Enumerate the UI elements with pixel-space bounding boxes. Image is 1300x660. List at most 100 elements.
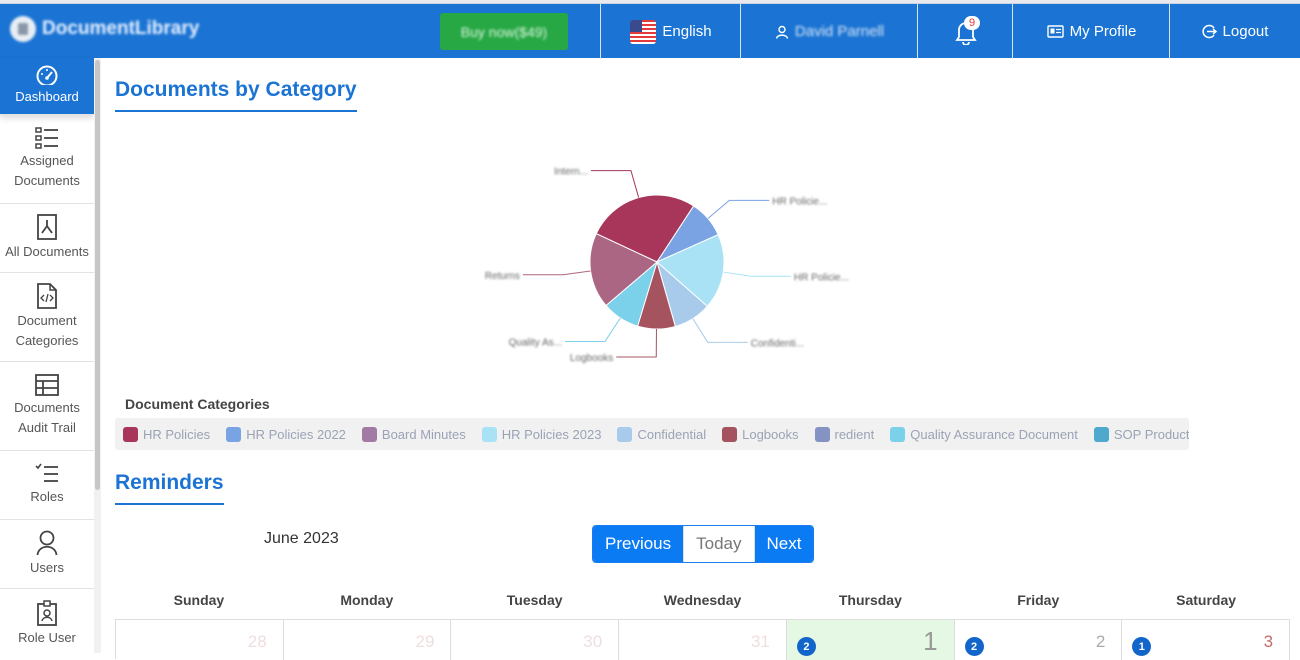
sidebar-item-label: Role User <box>18 629 76 645</box>
legend-item[interactable]: HR Policies 2023 <box>481 426 601 442</box>
calendar-weekday-header: Sunday Monday Tuesday Wednesday Thursday… <box>115 592 1290 608</box>
legend-item[interactable]: Logbooks <box>722 426 799 442</box>
day-number: 30 <box>583 632 603 651</box>
user-icon <box>775 25 789 39</box>
brand-name: DocumentLibrary <box>42 18 200 39</box>
pie-label: HR Policie... <box>772 196 827 207</box>
pie-leader-line <box>692 318 748 343</box>
reminder-count-badge[interactable]: 1 <box>1132 637 1152 656</box>
legend-label: HR Policies <box>143 426 211 442</box>
today-button[interactable]: Today <box>683 526 755 562</box>
logout-icon <box>1202 24 1217 39</box>
legend-swatch <box>123 426 138 442</box>
list-icon <box>35 127 58 149</box>
us-flag-icon <box>630 19 657 44</box>
legend-swatch <box>226 426 242 442</box>
weekday-label: Sunday <box>173 592 225 608</box>
reminders-title: Reminders <box>115 471 224 505</box>
brand-logo[interactable]: DocumentLibrary <box>10 16 199 42</box>
pie-label: HR Policie... <box>794 272 849 283</box>
dashboard-icon <box>36 65 58 85</box>
legend-item[interactable]: HR Policies <box>123 426 211 442</box>
user-menu[interactable]: David Parnell <box>740 4 918 59</box>
sidebar-scrollbar[interactable] <box>94 58 101 653</box>
calendar-day-cell[interactable]: 31 <box>619 620 787 660</box>
legend-swatch <box>814 426 830 442</box>
legend-item[interactable]: Quality Assurance Document <box>890 426 1078 442</box>
pie-leader-line <box>707 199 770 219</box>
code-file-icon <box>37 283 57 309</box>
reminder-count-badge[interactable]: 2 <box>796 637 816 656</box>
legend-label: Board Minutes <box>381 426 466 442</box>
calendar-month-label: June 2023 <box>264 530 339 547</box>
pie-leader-line <box>590 170 640 198</box>
calendar-day-cell-today[interactable]: 21 <box>786 620 955 660</box>
pie-label: Returns <box>485 271 520 282</box>
legend-swatch <box>1093 426 1109 442</box>
pie-leader-line <box>723 271 791 277</box>
sidebar-item-users[interactable]: Users <box>0 520 94 589</box>
user-name: David Parnell <box>794 23 885 40</box>
weekday-label: Friday <box>1017 592 1060 608</box>
sidebar-item-documents-audit-trail[interactable]: Documents Audit Trail <box>0 362 94 451</box>
calendar-day-cell[interactable]: 28 <box>116 620 284 660</box>
sidebar-item-label: Document Categories <box>15 313 79 348</box>
pie-leader-line <box>522 270 591 276</box>
my-profile-link[interactable]: My Profile <box>1012 4 1170 59</box>
language-selector[interactable]: English <box>600 4 741 59</box>
calendar-day-cell[interactable]: 30 <box>451 620 620 660</box>
legend-swatch <box>617 426 633 442</box>
buy-now-button[interactable]: Buy now($49) <box>440 13 568 50</box>
main-content: Documents by Category Intern... HR Polici… <box>101 58 1300 660</box>
sidebar-item-role-user[interactable]: Role User <box>0 589 94 658</box>
day-number: 29 <box>415 632 435 651</box>
pie-leader-line <box>616 328 657 358</box>
legend-item[interactable]: redient <box>814 426 874 442</box>
scrollbar-thumb[interactable] <box>95 60 100 490</box>
legend-item[interactable]: Confidential <box>617 426 706 442</box>
weekday-label: Tuesday <box>506 592 563 608</box>
buy-now-label: Buy now($49) <box>460 23 548 40</box>
legend-swatch <box>361 426 377 442</box>
sidebar-item-label: Documents Audit Trail <box>14 400 80 435</box>
pie-label: Logbooks <box>570 353 613 364</box>
sidebar-item-dashboard[interactable]: Dashboard <box>0 58 94 115</box>
calendar-week-row: 28 29 30 31 21 22 13 <box>115 619 1291 660</box>
chart-legend: HR Policies HR Policies 2022 Board Minutes… <box>115 418 1189 450</box>
sidebar-item-assigned-documents[interactable]: Assigned Documents <box>0 115 94 204</box>
legend-swatch <box>722 426 738 442</box>
legend-item[interactable]: HR Policies 2022 <box>226 426 346 442</box>
legend-title: Document Categories <box>125 396 270 412</box>
my-profile-label: My Profile <box>1069 23 1137 40</box>
calendar-day-cell[interactable]: 29 <box>284 620 452 660</box>
pie-chart: Intern... HR Policie... HR Policie... Confi… <box>485 167 849 364</box>
legend-swatch <box>890 426 906 442</box>
legend-item[interactable]: SOP Production <box>1093 426 1189 442</box>
notification-badge: 9 <box>964 16 981 30</box>
badge-icon <box>37 599 57 626</box>
legend-item[interactable]: Board Minutes <box>361 426 466 442</box>
next-button[interactable]: Next <box>754 526 814 562</box>
logout-button[interactable]: Logout <box>1169 4 1300 59</box>
sidebar-item-roles[interactable]: Roles <box>0 451 94 520</box>
pie-label: Quality As... <box>509 338 562 349</box>
notifications-button[interactable]: 9 <box>917 4 1013 59</box>
previous-button[interactable]: Previous <box>593 526 684 562</box>
weekday-label: Thursday <box>838 592 902 608</box>
pie-leader-line <box>565 317 621 343</box>
day-number: 3 <box>1263 632 1274 651</box>
calendar-nav: Previous Today Next <box>592 525 815 563</box>
legend-swatch <box>481 426 497 442</box>
calendar-day-cell[interactable]: 13 <box>1122 620 1291 660</box>
sidebar-item-label: Roles <box>30 489 64 504</box>
logout-label: Logout <box>1222 23 1269 40</box>
reminder-count-badge[interactable]: 2 <box>964 637 984 656</box>
sidebar-item-document-categories[interactable]: Document Categories <box>0 273 94 362</box>
day-number: 28 <box>247 632 267 651</box>
sidebar-item-all-documents[interactable]: All Documents <box>0 204 94 273</box>
legend-label: Logbooks <box>742 426 799 442</box>
sidebar-item-label: Users <box>30 560 64 575</box>
weekday-label: Monday <box>340 592 394 608</box>
calendar-day-cell[interactable]: 22 <box>955 620 1123 660</box>
table-icon <box>35 374 59 396</box>
